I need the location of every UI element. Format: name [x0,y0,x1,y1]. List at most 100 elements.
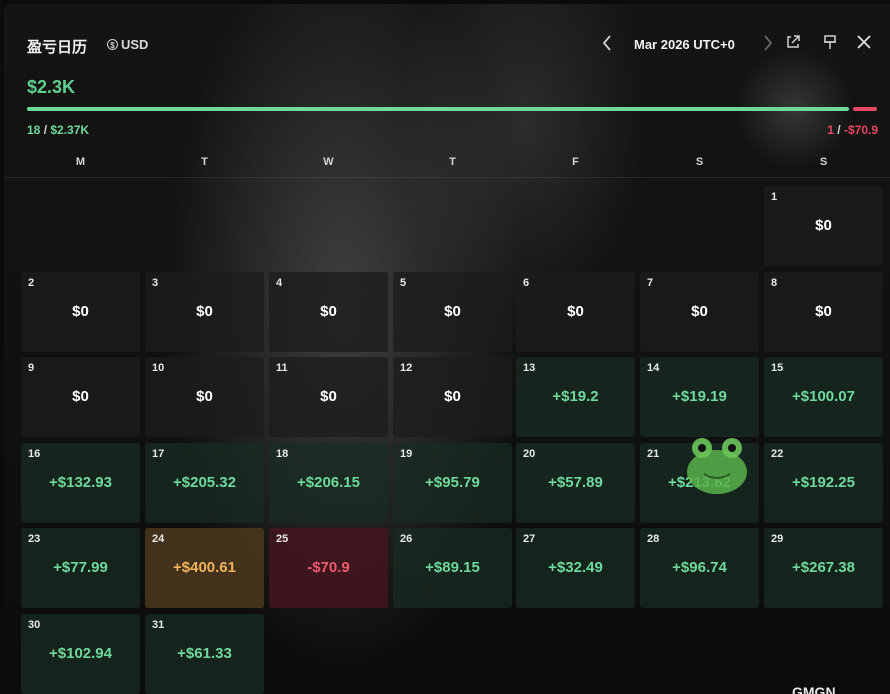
day-pnl-value: $0 [567,303,584,320]
day-pnl-value: $0 [72,303,89,320]
day-pnl-value: $0 [72,388,89,405]
day-pnl-value: +$19.2 [552,388,599,405]
day-pnl-value: +$89.15 [425,559,480,576]
day-pnl-value: +$206.15 [297,474,360,491]
day-pnl-value: $0 [691,303,708,320]
frog-mascot-image [687,438,747,494]
day-number: 16 [28,448,41,460]
calendar-day-cell[interactable]: 12 $0 [393,357,512,437]
day-number: 21 [647,448,660,460]
day-number: 24 [152,533,165,545]
calendar-day-cell[interactable]: 19 +$95.79 [393,443,512,523]
calendar-day-cell[interactable]: 22 +$192.25 [764,443,883,523]
calendar-day-cell[interactable]: 29 +$267.38 [764,528,883,608]
calendar-day-cell[interactable]: 5 $0 [393,272,512,352]
loss-ratio-bar [853,107,877,111]
win-count: 18 [27,123,41,137]
chevron-right-icon[interactable] [762,34,774,56]
page-title: 盈亏日历 [27,39,88,56]
calendar-day-cell[interactable]: 14 +$19.19 [640,357,759,437]
calendar-day-cell[interactable]: 27 +$32.49 [516,528,635,608]
day-number: 29 [771,533,784,545]
day-number: 13 [523,362,536,374]
day-number: 17 [152,448,165,460]
calendar-day-cell[interactable]: 8 $0 [764,272,883,352]
day-number: 8 [771,277,778,289]
day-number: 11 [276,362,288,374]
day-number: 20 [523,448,536,460]
calendar-day-cell[interactable]: 20 +$57.89 [516,443,635,523]
weekday-label: F [572,156,579,168]
day-number: 23 [28,533,41,545]
total-pnl: $2.3K [27,77,76,97]
day-pnl-value: +$267.38 [792,559,855,576]
day-number: 4 [276,277,283,289]
calendar-day-cell[interactable]: 23 +$77.99 [21,528,140,608]
day-pnl-value: +$19.19 [672,388,727,405]
close-icon[interactable] [856,34,874,52]
day-number: 26 [400,533,413,545]
chevron-left-icon[interactable] [601,34,613,56]
weekday-label: T [449,156,456,168]
win-amount: $2.37K [50,123,90,137]
day-pnl-value: $0 [815,217,832,234]
day-number: 25 [276,533,289,545]
calendar-day-cell[interactable]: 28 +$96.74 [640,528,759,608]
day-pnl-value: +$100.07 [792,388,855,405]
day-number: 19 [400,448,413,460]
calendar-day-cell[interactable]: 24 +$400.61 [145,528,264,608]
day-pnl-value: -$70.9 [307,559,350,576]
loss-amount: -$70.9 [843,123,878,137]
day-pnl-value: $0 [196,303,213,320]
weekday-label: W [323,156,334,168]
calendar-day-cell[interactable]: 25 -$70.9 [269,528,388,608]
calendar-day-cell[interactable]: 3 $0 [145,272,264,352]
day-number: 15 [771,362,784,374]
day-number: 2 [28,277,35,289]
calendar-day-cell[interactable]: 13 +$19.2 [516,357,635,437]
calendar-day-cell[interactable]: 1 $0 [764,186,883,266]
day-number: 14 [647,362,660,374]
calendar-day-cell[interactable]: 2 $0 [21,272,140,352]
day-pnl-value: +$400.61 [173,559,236,576]
calendar-day-cell[interactable]: 16 +$132.93 [21,443,140,523]
day-pnl-value: +$77.99 [53,559,108,576]
calendar-day-cell[interactable]: 31 +$61.33 [145,614,264,694]
day-number: 7 [647,277,654,289]
calendar-day-cell[interactable]: 4 $0 [269,272,388,352]
day-pnl-value: +$205.32 [173,474,236,491]
calendar-day-cell[interactable]: 18 +$206.15 [269,443,388,523]
day-number: 1 [771,191,778,203]
weekday-label: T [201,156,208,168]
calendar-day-cell[interactable]: 7 $0 [640,272,759,352]
calendar-day-cell[interactable]: 11 $0 [269,357,388,437]
calendar-day-cell[interactable]: 10 $0 [145,357,264,437]
calendar-day-cell[interactable]: 26 +$89.15 [393,528,512,608]
calendar-day-cell[interactable]: 15 +$100.07 [764,357,883,437]
day-pnl-value: $0 [320,303,337,320]
day-pnl-value: +$95.79 [425,474,480,491]
calendar-day-cell[interactable]: 17 +$205.32 [145,443,264,523]
win-stats: 18 / $2.37K [27,123,90,137]
day-number: 12 [400,362,413,374]
calendar-day-cell[interactable]: 9 $0 [21,357,140,437]
month-label: Mar 2026 UTC+0 [634,37,735,52]
currency-label: USD [121,37,149,52]
weekday-label: S [819,156,828,168]
day-pnl-value: +$132.93 [49,474,112,491]
day-pnl-value: +$192.25 [792,474,855,491]
win-ratio-bar [27,107,849,111]
calendar-day-cell[interactable]: 6 $0 [516,272,635,352]
currency-icon: $ [107,39,118,50]
day-number: 9 [28,362,35,374]
pin-icon[interactable] [822,34,840,52]
day-number: 10 [152,362,165,374]
pnl-calendar-panel: 盈亏日历 $ USD Mar 2026 UTC+0 $2.3K 18 / $2.… [4,4,890,694]
external-link-icon[interactable] [785,34,803,52]
calendar-day-cell[interactable]: 30 +$102.94 [21,614,140,694]
day-number: 5 [400,277,407,289]
day-number: 3 [152,277,159,289]
currency-selector[interactable]: $ USD [107,37,148,52]
day-number: 22 [771,448,784,460]
loss-stats: 1 / -$70.9 [827,123,878,137]
